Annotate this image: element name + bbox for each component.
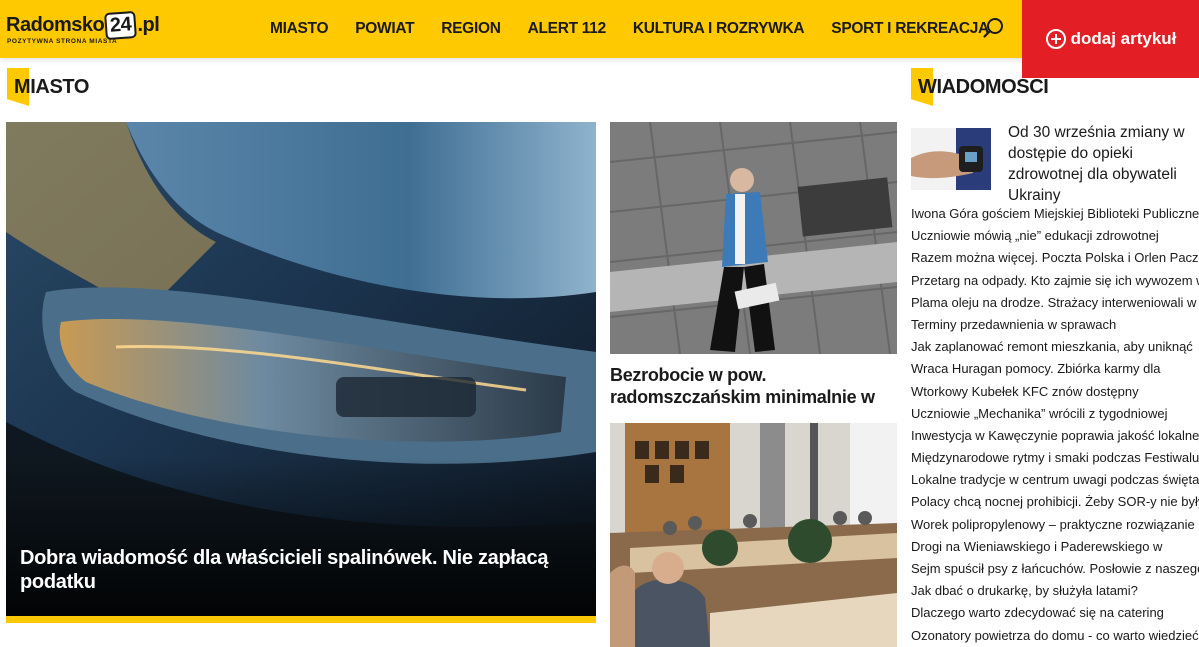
news-list-item[interactable]: Plama oleju na drodze. Strażacy interwen…	[911, 295, 1199, 317]
nav-item-alert-112[interactable]: ALERT 112	[528, 20, 607, 38]
news-list-item[interactable]: Worek polipropylenowy – praktyczne rozwi…	[911, 517, 1199, 539]
logo-wordmark: Radomsko 24 .pl	[6, 10, 160, 41]
nav-item-miasto[interactable]: MIASTO	[270, 20, 329, 38]
main-story-title[interactable]: Dobra wiadomość dla właścicieli spalinów…	[20, 546, 590, 594]
add-article-button[interactable]: dodaj artykuł	[1022, 0, 1199, 78]
nav-item-region[interactable]: REGION	[441, 20, 501, 38]
search-icon[interactable]	[982, 16, 1006, 40]
section-title-wiadomosci[interactable]: WIADOMOSCI	[911, 76, 1049, 99]
logo-tagline: POZYTYWNA STRONA MIASTA	[7, 38, 118, 45]
side-story-card-2[interactable]	[610, 423, 897, 647]
nav-item-sport[interactable]: SPORT I REKREACJA	[831, 20, 989, 38]
news-list-item[interactable]: Iwona Góra gościem Miejskiej Biblioteki …	[911, 206, 1199, 228]
news-list-item[interactable]: Terminy przedawnienia w sprawach	[911, 317, 1199, 339]
news-list-item[interactable]: Jak dbać o drukarkę, by służyła latami?	[911, 583, 1199, 605]
nav-item-powiat[interactable]: POWIAT	[355, 20, 414, 38]
news-list-item[interactable]: Ozonatory powietrza do domu - co warto w…	[911, 628, 1199, 647]
news-list-item[interactable]: Inwestycja w Kawęczynie poprawia jakość …	[911, 428, 1199, 450]
news-list-item[interactable]: Uczniowie „Mechanika” wrócili z tygodnio…	[911, 406, 1199, 428]
news-list-item[interactable]: Sejm spuścił psy z łańcuchów. Posłowie z…	[911, 561, 1199, 583]
side-story-title-1[interactable]: Bezrobocie w pow. radomszczańskim minima…	[610, 364, 897, 408]
plus-circle-icon	[1045, 29, 1066, 49]
news-list-item[interactable]: Drogi na Wieniawskiego i Paderewskiego w	[911, 539, 1199, 561]
news-list-item[interactable]: Polacy chcą nocnej prohibicji. Żeby SOR-…	[911, 494, 1199, 516]
side-story-card-1[interactable]	[609, 121, 898, 355]
council-meeting-image	[610, 423, 897, 647]
pedestrian-street-image	[609, 121, 898, 355]
news-list-item[interactable]: Wtorkowy Kubełek KFC znów dostępny	[911, 384, 1199, 406]
news-list-item[interactable]: Wraca Huragan pomocy. Zbiórka karmy dla	[911, 361, 1199, 383]
add-article-label: dodaj artykuł	[1070, 29, 1177, 48]
section-title-miasto[interactable]: MIASTO	[7, 76, 89, 99]
main-nav: MIASTO POWIAT REGION ALERT 112 KULTURA I…	[270, 0, 1016, 58]
news-list-item[interactable]: Uczniowie mówią „nie” edukacji zdrowotne…	[911, 228, 1199, 250]
logo-text-24: 24	[104, 10, 138, 41]
news-list-item[interactable]: Dlaczego warto zdecydować się na caterin…	[911, 605, 1199, 627]
logo-text-radomsko: Radomsko	[6, 14, 105, 36]
site-header: Radomsko 24 .pl POZYTYWNA STRONA MIASTA MI…	[0, 0, 1199, 58]
logo-text-pl: .pl	[137, 14, 160, 36]
section-header-miasto: MIASTO	[7, 68, 89, 106]
news-feature-title[interactable]: Od 30 września zmiany w dostępie do opie…	[1008, 122, 1199, 206]
news-feature-item[interactable]: Od 30 września zmiany w dostępie do opie…	[911, 122, 1199, 204]
nav-item-kultura[interactable]: KULTURA I ROZRYWKA	[633, 20, 805, 38]
news-list-item[interactable]: Przetarg na odpady. Kto zajmie się ich w…	[911, 273, 1199, 295]
site-logo[interactable]: Radomsko 24 .pl POZYTYWNA STRONA MIASTA	[6, 8, 178, 48]
news-list: Iwona Góra gościem Miejskiej Biblioteki …	[911, 206, 1199, 647]
news-feature-thumbnail	[911, 128, 991, 190]
news-list-item[interactable]: Razem można więcej. Poczta Polska i Orle…	[911, 250, 1199, 272]
news-list-item[interactable]: Międzynarodowe rytmy i smaki podczas Fes…	[911, 450, 1199, 472]
news-list-item[interactable]: Jak zaplanować remont mieszkania, aby un…	[911, 339, 1199, 361]
main-story-card[interactable]: Dobra wiadomość dla właścicieli spalinów…	[6, 122, 596, 623]
news-list-item[interactable]: Lokalne tradycje w centrum uwagi podczas…	[911, 472, 1199, 494]
